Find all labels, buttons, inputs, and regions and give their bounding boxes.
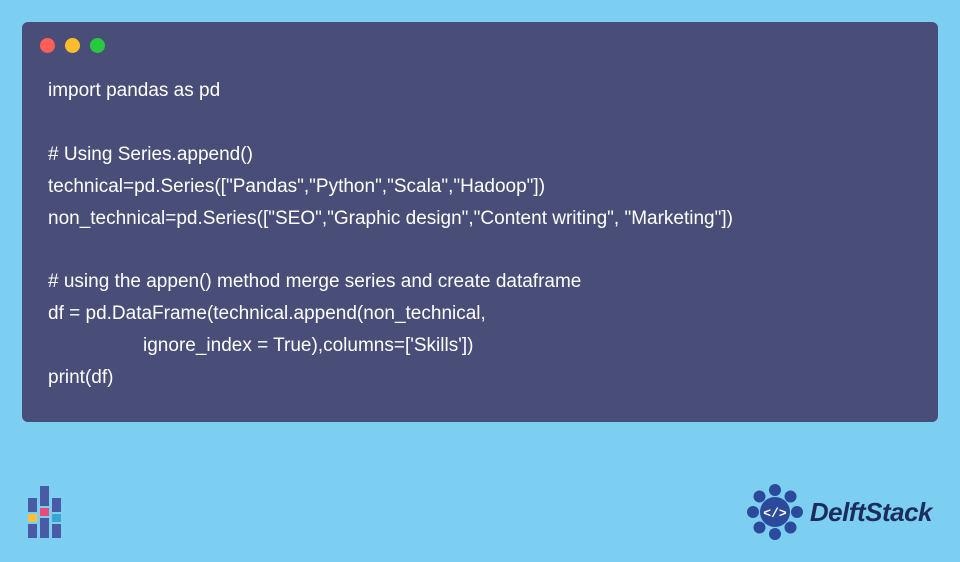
maximize-icon[interactable] xyxy=(90,38,105,53)
code-line: ignore_index = True),columns=['Skills']) xyxy=(48,335,473,356)
code-block: import pandas as pd # Using Series.appen… xyxy=(22,67,938,394)
brand-name: DelftStack xyxy=(810,497,932,528)
code-line: # Using Series.append() xyxy=(48,144,253,165)
right-logo: </> DelftStack xyxy=(746,483,932,541)
window-titlebar xyxy=(22,22,938,67)
code-line: df = pd.DataFrame(technical.append(non_t… xyxy=(48,303,486,324)
code-window: import pandas as pd # Using Series.appen… xyxy=(22,22,938,422)
code-line: # using the appen() method merge series … xyxy=(48,271,581,292)
code-line: import pandas as pd xyxy=(48,80,220,101)
code-line: technical=pd.Series(["Pandas","Python","… xyxy=(48,176,545,197)
left-logo-icon xyxy=(28,486,61,538)
minimize-icon[interactable] xyxy=(65,38,80,53)
close-icon[interactable] xyxy=(40,38,55,53)
footer: </> DelftStack xyxy=(0,472,960,562)
svg-text:</>: </> xyxy=(763,506,787,521)
delftstack-emblem-icon: </> xyxy=(746,483,804,541)
code-line: non_technical=pd.Series(["SEO","Graphic … xyxy=(48,208,733,229)
code-line: print(df) xyxy=(48,367,113,388)
